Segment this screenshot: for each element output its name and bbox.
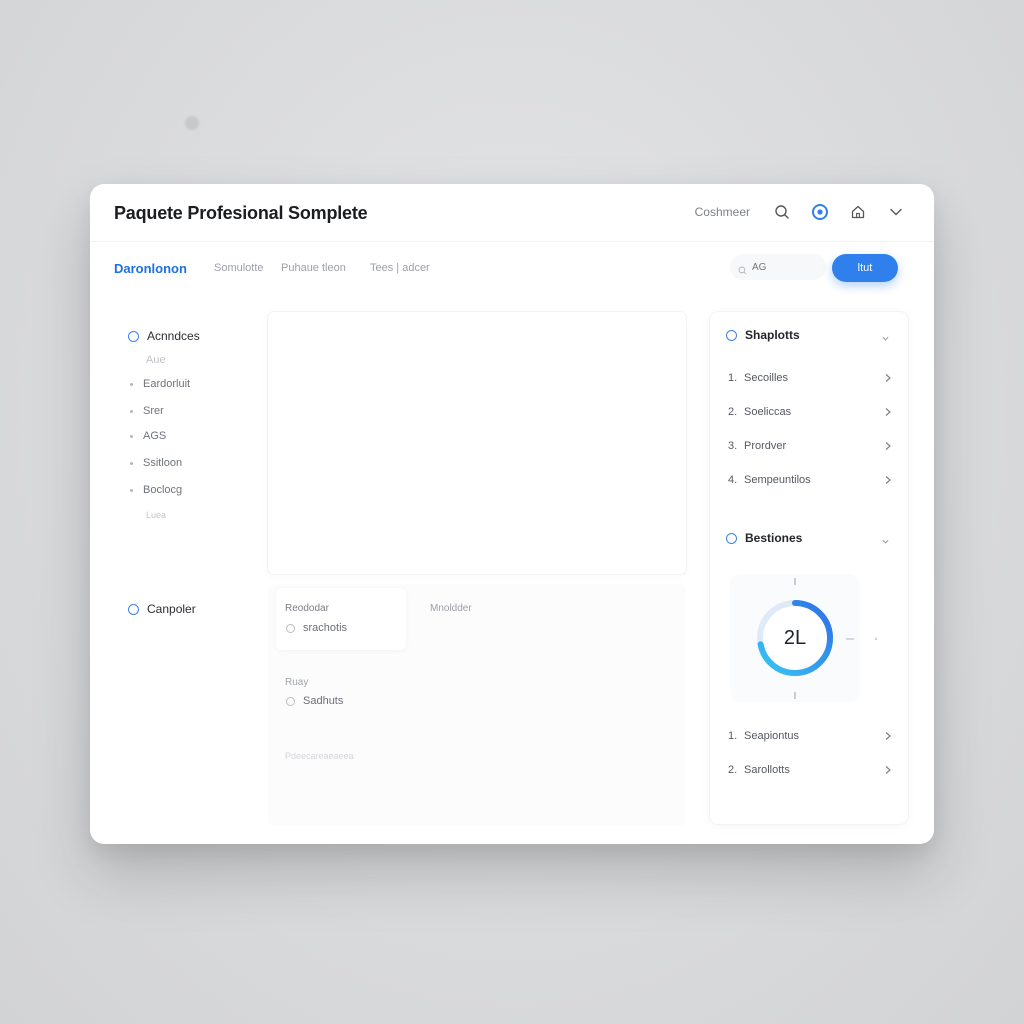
radio-icon <box>286 696 295 706</box>
sidebar-item[interactable]: Boclocg <box>130 484 182 496</box>
radio-label: srachotis <box>303 622 348 634</box>
app-window: Paquete Profesional Somplete Coshmeer Da… <box>90 184 934 844</box>
form-card <box>276 588 406 650</box>
bullet-icon <box>130 461 133 465</box>
page-title: Paquete Profesional Somplete <box>114 203 368 223</box>
section-ring-icon <box>128 330 139 342</box>
chevron-down-icon[interactable] <box>881 330 890 348</box>
list-item-number: 1. <box>728 372 738 384</box>
form-label: Mnoldder <box>430 603 472 614</box>
sidebar-item[interactable]: Ssitloon <box>130 457 182 469</box>
chevron-right-icon <box>885 766 891 774</box>
sidebar-item-label: Srer <box>143 405 164 417</box>
sidebar-item[interactable]: AGS <box>130 430 166 442</box>
chevron-right-icon <box>885 408 891 416</box>
sidebar-section-title: Acnndces <box>147 329 200 343</box>
section-ring-icon <box>726 532 737 544</box>
list-item-number: 4. <box>728 474 738 486</box>
section-ring-icon <box>726 329 737 341</box>
radio-option[interactable]: Sadhuts <box>286 695 343 707</box>
radio-label: Sadhuts <box>303 695 344 707</box>
sidebar-section-header[interactable]: Acnndces <box>128 329 200 343</box>
list-item-label: Prordver <box>744 440 787 452</box>
tab-3[interactable]: Tees | adcer <box>370 262 430 274</box>
tab-2[interactable]: Puhaue tleon <box>281 262 346 274</box>
panel-section-header[interactable]: Shaplotts <box>726 328 800 342</box>
list-item-number: 3. <box>728 440 738 452</box>
header: Paquete Profesional Somplete Coshmeer <box>90 184 934 242</box>
gauge-widget: 2L <box>730 574 886 702</box>
bullet-icon <box>130 382 133 386</box>
search-field-icon <box>738 262 747 280</box>
chevron-down-icon[interactable] <box>886 202 906 222</box>
section-ring-icon <box>128 603 139 615</box>
panel-section-header[interactable]: Bestiones <box>726 531 802 545</box>
list-item-label: Seapiontus <box>744 730 800 742</box>
form-footer-text: Pdeecareaeaeea <box>285 751 354 761</box>
sidebar-item[interactable]: Srer <box>130 405 164 417</box>
tab-1[interactable]: Somulotte <box>214 262 264 274</box>
chevron-right-icon <box>885 732 891 740</box>
list-item-number: 2. <box>728 406 738 418</box>
primary-button[interactable]: ltut <box>832 254 898 282</box>
sidebar-item-label: Aue <box>146 354 166 366</box>
list-item[interactable]: 4. Sempeuntilos <box>728 474 892 486</box>
tab-bar: Daronlonon Somulotte Puhaue tleon Tees |… <box>90 242 934 294</box>
list-item[interactable]: 1. Seapiontus <box>728 730 892 742</box>
panel-section-title: Bestiones <box>745 531 803 545</box>
header-actions: Coshmeer <box>695 202 906 222</box>
list-item[interactable]: 2. Soeliccas <box>728 406 892 418</box>
sidebar-item-label: AGS <box>143 430 167 442</box>
gauge-value: 2L <box>783 626 807 649</box>
sidebar-section-header[interactable]: Canpoler <box>128 602 196 616</box>
home-icon[interactable] <box>848 202 868 222</box>
list-item[interactable]: 2. Sarollotts <box>728 764 892 776</box>
bullet-icon <box>130 409 133 413</box>
list-item[interactable]: 1. Secoilles <box>728 372 892 384</box>
bullet-icon <box>130 434 133 438</box>
tab-active[interactable]: Daronlonon <box>114 261 187 276</box>
background-dot <box>185 116 199 130</box>
user-label[interactable]: Coshmeer <box>695 205 750 219</box>
list-item-number: 2. <box>728 764 738 776</box>
chevron-right-icon <box>885 374 891 382</box>
radio-icon <box>286 623 295 633</box>
panel-section-title: Shaplotts <box>745 328 800 342</box>
chevron-down-icon[interactable] <box>881 533 890 551</box>
sidebar-item-label: Luea <box>146 510 167 520</box>
bullet-icon <box>130 488 133 492</box>
search-icon[interactable] <box>772 202 792 222</box>
sidebar-item-label: Eardorluit <box>143 378 191 390</box>
sidebar-section-title: Canpoler <box>147 602 196 616</box>
list-item-number: 1. <box>728 730 738 742</box>
list-item[interactable]: 3. Prordver <box>728 440 892 452</box>
list-item-label: Sarollotts <box>744 764 790 776</box>
list-item-label: Sempeuntilos <box>744 474 811 486</box>
form-label: Reododar <box>285 603 329 614</box>
sidebar-item-label: Boclocg <box>143 484 183 496</box>
settings-icon[interactable] <box>810 202 830 222</box>
sidebar-item[interactable]: Luea <box>146 510 166 520</box>
chevron-right-icon <box>885 442 891 450</box>
main-canvas[interactable] <box>268 312 686 574</box>
right-panel: Shaplotts 1. Secoilles 2. Soeliccas 3. P… <box>710 312 908 824</box>
list-item-label: Secoilles <box>744 372 789 384</box>
sidebar-item[interactable]: Aue <box>146 354 166 366</box>
chevron-right-icon <box>885 476 891 484</box>
gauge-tick-dot <box>874 637 878 641</box>
radio-option[interactable]: srachotis <box>286 622 347 634</box>
list-item-label: Soeliccas <box>744 406 792 418</box>
sidebar-item[interactable]: Eardorluit <box>130 378 190 390</box>
sidebar-item-label: Ssitloon <box>143 457 183 469</box>
form-label: Ruay <box>285 677 309 688</box>
